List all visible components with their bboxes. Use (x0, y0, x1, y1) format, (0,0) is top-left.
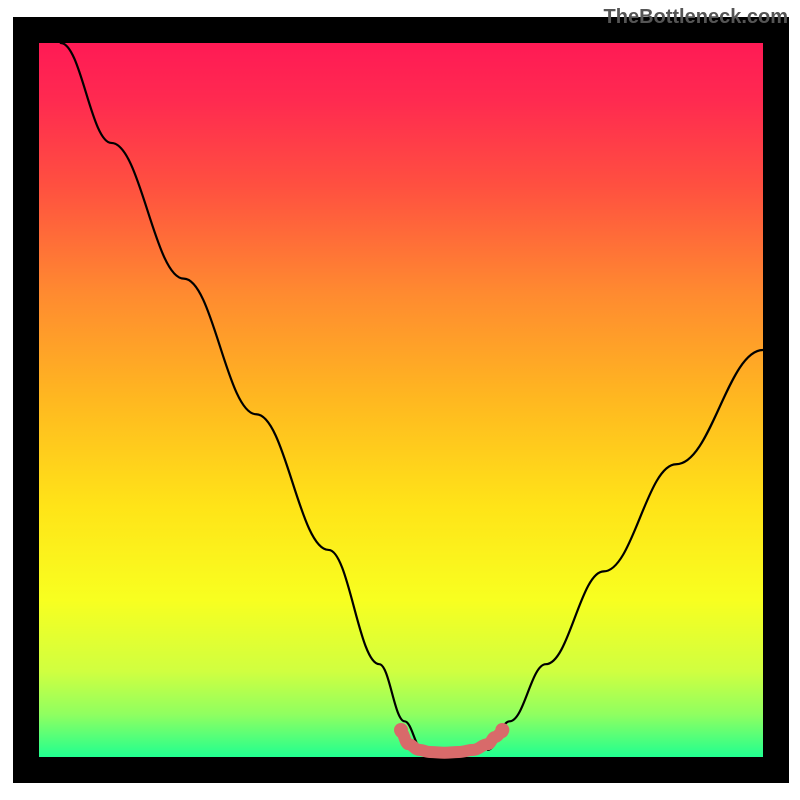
bottleneck-chart (0, 0, 800, 800)
valley-marker-start (394, 723, 408, 737)
plot-background (39, 43, 763, 757)
chart-container: TheBottleneck.com (0, 0, 800, 800)
valley-marker-end (495, 723, 509, 737)
watermark-text: TheBottleneck.com (604, 6, 788, 29)
